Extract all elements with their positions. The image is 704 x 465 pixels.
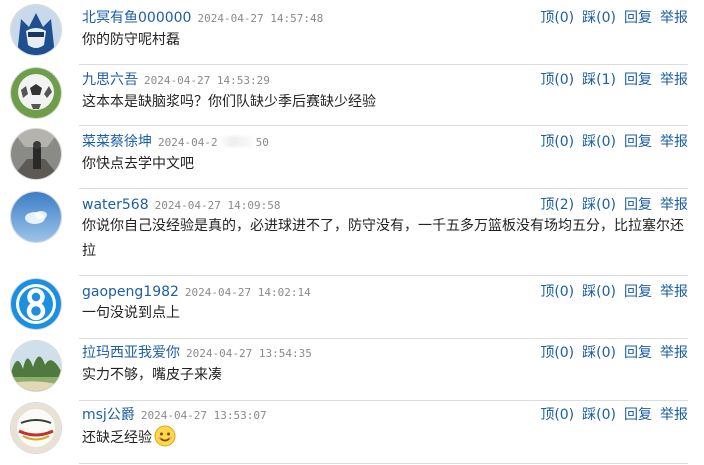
comment-time: 2024-04-2 50 [158, 136, 269, 149]
comment-time: 2024-04-27 13:53:07 [140, 409, 267, 422]
comment-time: 2024-04-27 14:53:29 [144, 74, 270, 87]
white-ball-avatar [11, 403, 61, 453]
upvote-button[interactable]: 顶(0) [540, 10, 574, 26]
reply-button[interactable]: 回复 [624, 134, 652, 150]
comment-item: 九思六吾 2024-04-27 14:53:29 顶(0) 踩(1) 回复 举报 这本本… [0, 65, 704, 126]
reply-button[interactable]: 回复 [624, 10, 652, 26]
upvote-button[interactable]: 顶(0) [540, 72, 574, 88]
comment-text: 你说你自己没经验是真的，必进球进不了，防守没有，一千五多万篮板没有场均五分，比拉… [82, 218, 684, 259]
comment-text: 这本本是缺脑浆吗？你们队缺少季后赛缺少经验 [82, 94, 376, 110]
username-link[interactable]: 九思六吾 [82, 72, 138, 88]
upvote-button[interactable]: 顶(0) [540, 134, 574, 150]
avatar[interactable] [11, 192, 61, 242]
reply-button[interactable]: 回复 [624, 284, 652, 300]
username-link[interactable]: 菜菜蔡徐坤 [82, 134, 152, 150]
avatar[interactable] [11, 341, 61, 391]
avatar[interactable] [11, 129, 61, 179]
blue-sky-cloud-avatar [11, 192, 61, 242]
comment-item: msj公爵 2024-04-27 13:53:07 顶(0) 踩(0) 回复 举报 还缺… [0, 401, 704, 465]
comment-item: 拉玛西亚我爱你 2024-04-27 13:54:35 顶(0) 踩(0) 回复 举报 … [0, 339, 704, 401]
comment-text: 还缺乏经验 [82, 425, 686, 451]
username-link[interactable]: 拉玛西亚我爱你 [82, 345, 180, 361]
comment-item: water568 2024-04-27 14:09:58 顶(2) 踩(0) 回复 举报… [0, 189, 704, 276]
reply-button[interactable]: 回复 [624, 197, 652, 213]
comment-time: 2024-04-27 14:09:58 [154, 199, 281, 212]
smiley-emoji-icon [154, 425, 176, 447]
report-button[interactable]: 举报 [660, 345, 688, 361]
downvote-button[interactable]: 踩(1) [582, 72, 616, 88]
comment-time: 2024-04-27 14:57:48 [197, 12, 324, 25]
upvote-button[interactable]: 顶(0) [540, 284, 574, 300]
blue-number-8-avatar [11, 279, 61, 329]
upvote-button[interactable]: 顶(0) [540, 407, 574, 423]
report-button[interactable]: 举报 [660, 10, 688, 26]
downvote-button[interactable]: 踩(0) [582, 134, 616, 150]
blurred-area [217, 136, 256, 147]
avatar[interactable] [11, 279, 61, 329]
comment-item: 菜菜蔡徐坤 2024-04-2 50 顶(0) 踩(0) 回复 举报 你快点去学中文吧 [0, 126, 704, 189]
comment-text: 你快点去学中文吧 [82, 156, 194, 172]
report-button[interactable]: 举报 [660, 407, 688, 423]
downvote-button[interactable]: 踩(0) [582, 345, 616, 361]
avatar[interactable] [11, 5, 61, 55]
downvote-button[interactable]: 踩(0) [582, 284, 616, 300]
divider [79, 463, 688, 464]
downvote-button[interactable]: 踩(0) [582, 407, 616, 423]
reply-button[interactable]: 回复 [624, 72, 652, 88]
comment-text: 一句没说到点上 [82, 305, 180, 321]
comment-item: 北冥有鱼000000 2024-04-27 14:57:48 顶(0) 踩(0) 回复… [0, 0, 704, 65]
upvote-button[interactable]: 顶(0) [540, 345, 574, 361]
downvote-button[interactable]: 踩(0) [582, 197, 616, 213]
report-button[interactable]: 举报 [660, 197, 688, 213]
reply-button[interactable]: 回复 [624, 407, 652, 423]
blue-masked-hero-avatar [11, 5, 61, 55]
comment-text-content: 还缺乏经验 [82, 430, 152, 446]
avatar[interactable] [11, 68, 61, 118]
username-link[interactable]: gaopeng1982 [82, 284, 179, 300]
reply-button[interactable]: 回复 [624, 345, 652, 361]
avatar[interactable] [11, 403, 61, 453]
downvote-button[interactable]: 踩(0) [582, 10, 616, 26]
comment-time: 2024-04-27 13:54:35 [186, 347, 312, 360]
comment-item: gaopeng1982 2024-04-27 14:02:14 顶(0) 踩(0) 回… [0, 276, 704, 339]
karst-mountain-landscape-avatar [11, 341, 61, 391]
comment-text: 实力不够，嘴皮子来凑 [82, 367, 222, 383]
comment-text: 你的防守呢村磊 [82, 32, 180, 48]
person-in-corridor-avatar [11, 129, 61, 179]
report-button[interactable]: 举报 [660, 284, 688, 300]
username-link[interactable]: water568 [82, 197, 149, 213]
upvote-button[interactable]: 顶(2) [540, 197, 574, 213]
comment-time: 2024-04-27 14:02:14 [184, 286, 311, 299]
username-link[interactable]: msj公爵 [82, 407, 135, 423]
report-button[interactable]: 举报 [660, 134, 688, 150]
soccer-ball-avatar [11, 68, 61, 118]
report-button[interactable]: 举报 [660, 72, 688, 88]
username-link[interactable]: 北冥有鱼000000 [82, 10, 191, 26]
